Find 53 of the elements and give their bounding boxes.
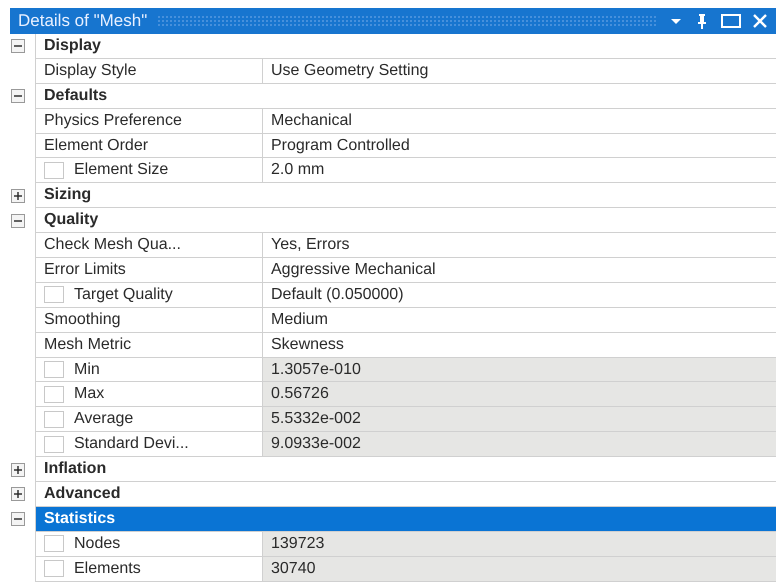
property-value[interactable]: 5.5332e-002 [262, 407, 776, 432]
property-label: Target Quality [74, 286, 173, 304]
expand-icon[interactable] [10, 487, 24, 502]
expand-icon[interactable] [10, 462, 24, 477]
property-label: Average [74, 410, 134, 428]
property-value[interactable]: 30740 [262, 556, 776, 582]
property-label: Element Order [44, 136, 148, 154]
parameter-checkbox[interactable] [44, 361, 64, 378]
parameter-checkbox[interactable] [44, 560, 64, 578]
property-label: Min [74, 360, 100, 379]
parameter-checkbox[interactable] [44, 410, 64, 428]
section-header[interactable]: Quality [35, 208, 776, 234]
property-value[interactable]: Yes, Errors [262, 233, 776, 258]
property-value[interactable]: Aggressive Mechanical [262, 258, 776, 283]
property-label: Max [74, 385, 104, 404]
property-value[interactable]: 9.0933e-002 [262, 432, 776, 458]
property-value[interactable]: Program Controlled [262, 134, 776, 158]
parameter-checkbox[interactable] [44, 436, 64, 453]
property-value[interactable]: Default (0.050000) [262, 282, 776, 308]
section-header[interactable]: Statistics [35, 506, 776, 532]
section-header[interactable]: Display [35, 34, 776, 59]
property-value[interactable]: 1.3057e-010 [262, 358, 776, 382]
section-header[interactable]: Inflation [35, 457, 776, 482]
parameter-checkbox[interactable] [44, 386, 64, 403]
property-label: Elements [74, 560, 141, 578]
property-label: Standard Devi... [74, 435, 189, 454]
property-value[interactable]: 139723 [262, 532, 776, 557]
collapse-icon[interactable] [10, 512, 24, 526]
property-label: Error Limits [44, 260, 126, 279]
parameter-checkbox[interactable] [44, 535, 64, 552]
property-label: Nodes [74, 534, 120, 553]
maximize-icon[interactable] [720, 13, 742, 29]
property-value[interactable]: 2.0 mm [262, 158, 776, 184]
expand-icon[interactable] [10, 188, 24, 203]
property-value[interactable]: Mechanical [262, 108, 776, 134]
property-value[interactable]: Use Geometry Setting [262, 58, 776, 84]
property-label: Mesh Metric [44, 336, 132, 354]
property-value[interactable]: 0.56726 [262, 382, 776, 408]
panel-title: Details of "Mesh" [18, 11, 148, 31]
property-value[interactable]: Medium [262, 308, 776, 333]
property-label: Smoothing [44, 310, 120, 329]
section-header[interactable]: Sizing [35, 183, 776, 208]
parameter-checkbox[interactable] [44, 162, 64, 179]
collapse-icon[interactable] [10, 89, 24, 104]
property-label: Display Style [44, 62, 136, 80]
property-label: Element Size [74, 161, 168, 180]
collapse-icon[interactable] [10, 39, 24, 54]
property-label: Physics Preference [44, 112, 182, 130]
collapse-icon[interactable] [10, 214, 24, 228]
property-label: Check Mesh Qua... [44, 236, 181, 254]
parameter-checkbox[interactable] [44, 286, 64, 304]
close-icon[interactable] [752, 13, 768, 29]
section-header[interactable]: Defaults [35, 84, 776, 109]
